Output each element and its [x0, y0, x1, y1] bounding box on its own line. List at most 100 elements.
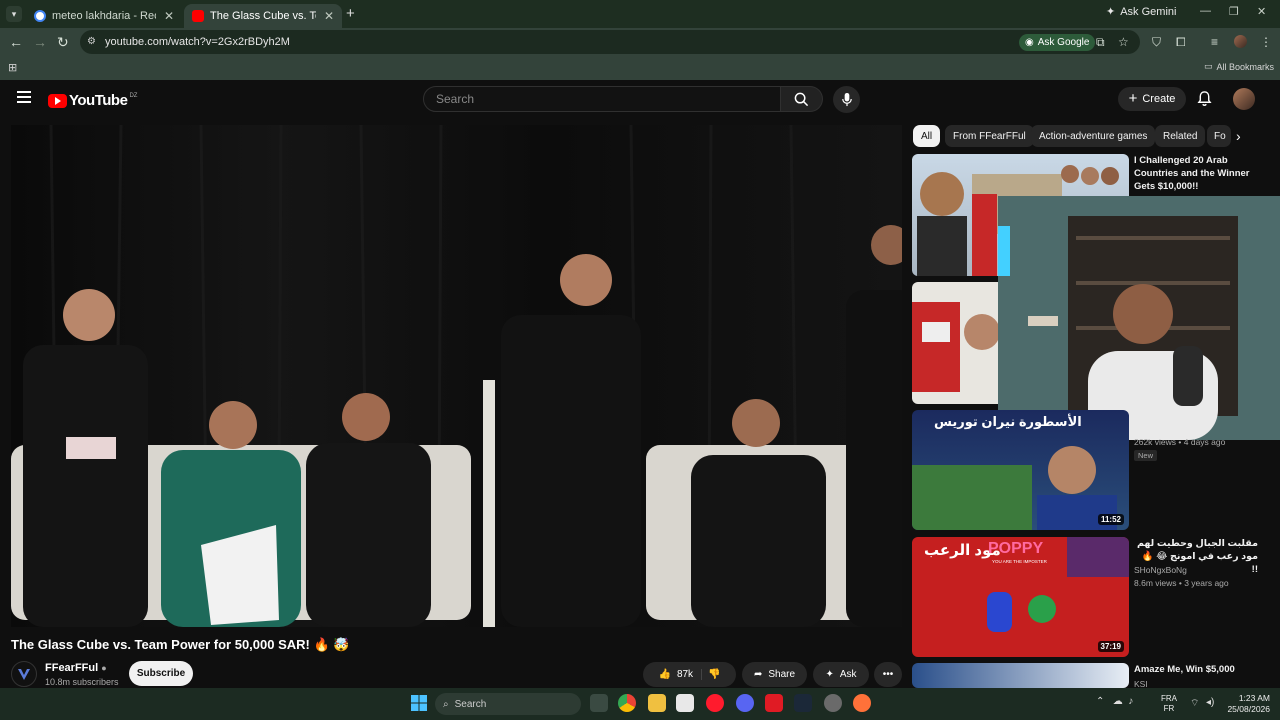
ask-button[interactable]: ✦ Ask [813, 662, 869, 687]
ask-google-label: Ask Google [1037, 37, 1090, 48]
bell-icon [1197, 91, 1212, 106]
chip-partial[interactable]: Fo [1207, 125, 1231, 147]
discord-icon[interactable] [736, 694, 754, 712]
maximize-button[interactable]: ❐ [1229, 5, 1239, 18]
install-app-icon[interactable]: ⧉ [1096, 35, 1105, 50]
related-thumbnail[interactable]: مود الرعب POPPY YOU ARE THE IMPOSTER 37:… [912, 537, 1129, 657]
youtube-favicon-icon [192, 10, 204, 22]
search-button[interactable] [781, 86, 823, 112]
task-view-icon[interactable] [590, 694, 608, 712]
share-button[interactable]: ➦ Share [742, 662, 807, 687]
firefox-icon[interactable] [853, 694, 871, 712]
google-favicon-icon [34, 10, 46, 22]
apps-grid-icon[interactable]: ⊞ [8, 61, 17, 74]
more-horizontal-icon: ••• [882, 669, 894, 680]
wifi-icon[interactable]: ⌔ [1190, 697, 1199, 710]
extensions-puzzle-icon[interactable]: ⧠ [1176, 35, 1186, 50]
all-bookmarks-label: All Bookmarks [1216, 61, 1275, 72]
snipping-tool-icon[interactable] [676, 694, 694, 712]
ask-google-button[interactable]: ◉ Ask Google [1019, 34, 1096, 51]
related-thumbnail[interactable]: الأسطورة نيران توريس 11:52 [912, 410, 1129, 530]
clock-date: 25/08/2026 [1227, 704, 1270, 714]
tab-search-button[interactable]: ▾ [6, 6, 22, 22]
forward-arrow-icon[interactable]: → [33, 34, 47, 50]
related-thumbnail[interactable] [912, 663, 1129, 688]
create-button[interactable]: + Create [1118, 87, 1186, 111]
taskbar-search-label: Search [454, 698, 487, 710]
windows-start-icon[interactable] [411, 695, 427, 716]
more-actions-button[interactable]: ••• [874, 662, 902, 687]
ask-label: Ask [839, 669, 857, 680]
window-close-button[interactable]: ✕ [1257, 5, 1266, 18]
reload-icon[interactable]: ↻ [57, 34, 69, 51]
profile-avatar[interactable] [1234, 35, 1247, 48]
language-indicator[interactable]: FRA FR [1161, 694, 1177, 714]
keyboard-layout: FR [1163, 704, 1175, 713]
subscriber-count: 10.8m subscribers [45, 677, 119, 687]
bookmark-star-icon[interactable]: ☆ [1118, 35, 1129, 49]
tab-meteo[interactable]: meteo lakhdaria - Recherche G ✕ [26, 4, 182, 28]
taskbar-search[interactable]: ⌕ Search [435, 693, 581, 715]
subscribe-button[interactable]: Subscribe [129, 661, 193, 686]
steam-icon[interactable] [794, 694, 812, 712]
search-input[interactable] [423, 86, 781, 112]
system-tray[interactable]: ⌃ ☁ ♪ [1096, 696, 1133, 707]
taskbar-clock[interactable]: 1:23 AM 25/08/2026 [1224, 693, 1270, 715]
related-video-channel[interactable]: SHoNgxBoNg [1134, 565, 1187, 575]
more-menu-icon[interactable]: ⋮ [1260, 35, 1272, 49]
account-avatar[interactable] [1233, 88, 1255, 110]
volume-icon[interactable]: ◂) [1206, 697, 1214, 708]
file-explorer-icon[interactable] [648, 694, 666, 712]
notifications-button[interactable] [1197, 90, 1212, 112]
ask-gemini-button[interactable]: ✦ Ask Gemini [1106, 5, 1177, 19]
tab-title: meteo lakhdaria - Recherche G [52, 10, 156, 22]
create-label: Create [1142, 93, 1176, 105]
like-button[interactable]: 👍 87k [658, 669, 703, 680]
microphone-icon [841, 92, 852, 107]
obs-icon[interactable] [824, 694, 842, 712]
related-video-title[interactable]: Amaze Me, Win $5,000 [1134, 663, 1258, 676]
windows-taskbar [0, 688, 1280, 720]
site-info-icon[interactable]: ⚙ [87, 36, 96, 47]
chrome-icon[interactable] [618, 694, 636, 712]
tab-title: The Glass Cube vs. Team Power [210, 10, 316, 22]
chip-related[interactable]: Related [1155, 125, 1206, 147]
chip-all[interactable]: All [913, 125, 941, 147]
minimize-button[interactable]: — [1200, 5, 1211, 17]
chevron-right-icon[interactable]: › [1236, 128, 1241, 144]
channel-avatar[interactable] [11, 661, 37, 687]
tab-youtube-video[interactable]: The Glass Cube vs. Team Power ✕ [184, 4, 342, 28]
video-duration: 11:52 [1097, 514, 1124, 525]
all-bookmarks-button[interactable]: ▭ All Bookmarks [1204, 61, 1274, 72]
media-controls-icon[interactable]: ≡ [1211, 35, 1218, 49]
chip-from-channel[interactable]: From FFearFFul [945, 125, 1034, 147]
video-player[interactable] [11, 125, 902, 627]
like-dislike-group: 👍 87k 👎 [643, 662, 736, 687]
url-text[interactable]: youtube.com/watch?v=2Gx2rBDyh2M [105, 36, 290, 48]
ask-gemini-label: Ask Gemini [1120, 5, 1177, 18]
thumbs-down-icon: 👎 [708, 669, 721, 680]
opera-icon[interactable] [706, 694, 724, 712]
channel-name[interactable]: FFearFFul ● [45, 662, 107, 674]
sparkle-icon: ✦ [825, 669, 834, 680]
chip-action-adventure[interactable]: Action-adventure games [1031, 125, 1156, 147]
app-icon[interactable] [765, 694, 783, 712]
related-video-title[interactable]: I Challenged 20 Arab Countries and the W… [1134, 154, 1258, 193]
youtube-logo[interactable]: YouTube DZ [48, 92, 137, 109]
shield-extension-icon[interactable]: ⛉ [1152, 35, 1161, 50]
guide-menu-icon[interactable] [17, 91, 31, 105]
video-frame [11, 125, 902, 627]
close-icon[interactable]: ✕ [164, 9, 174, 23]
back-arrow-icon[interactable]: ← [9, 34, 23, 50]
video-title: The Glass Cube vs. Team Power for 50,000… [11, 637, 350, 652]
youtube-play-icon [48, 93, 67, 108]
dislike-button[interactable]: 👎 [708, 669, 720, 680]
close-icon[interactable]: ✕ [324, 9, 334, 23]
mic-tray-icon: ♪ [1128, 696, 1134, 707]
voice-search-button[interactable] [833, 86, 860, 113]
video-duration: 37:19 [1097, 641, 1124, 652]
new-tab-button[interactable]: + [346, 5, 355, 22]
thumbs-up-icon: 👍 [658, 669, 671, 680]
like-count: 87k [676, 669, 694, 680]
bookmarks-bar [0, 56, 1280, 80]
